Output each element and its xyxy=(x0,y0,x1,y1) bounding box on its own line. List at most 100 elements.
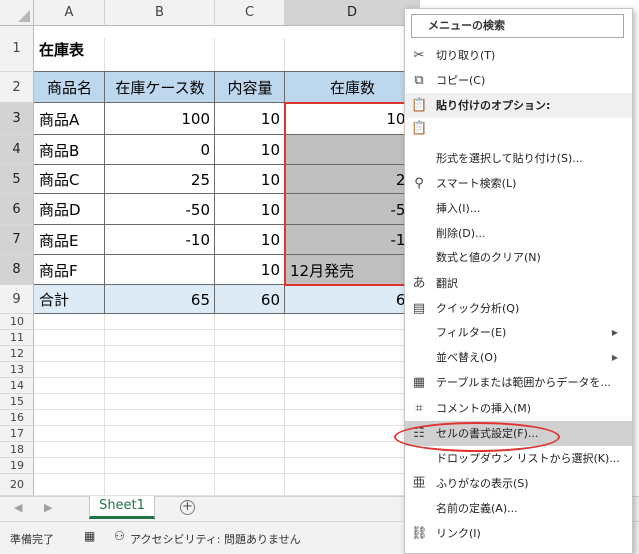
menu-item-label: クイック分析(Q) xyxy=(436,302,520,315)
context-menu: メニューの検索 ✂ 切り取り(T) ⧉ コピー(C) 📋 貼り付けのオプション: 📋 形式を選… xyxy=(404,8,633,554)
menu-item-6[interactable]: ⚲ スマート検索(L) xyxy=(405,171,632,196)
row-header-5[interactable]: 5 xyxy=(0,165,34,194)
grid-line-h xyxy=(34,329,420,330)
sheet-tab[interactable]: Sheet1 xyxy=(89,496,155,519)
row-header-11[interactable]: 11 xyxy=(0,330,34,346)
data-cell-b6[interactable]: -50 xyxy=(105,194,215,225)
header-cell-a[interactable]: 商品名 xyxy=(34,72,105,103)
row-header-15[interactable]: 15 xyxy=(0,394,34,410)
data-cell-a3[interactable]: 商品A xyxy=(34,103,105,135)
menu-item-4[interactable]: 📋 xyxy=(405,116,632,144)
header-cell-c[interactable]: 内容量 xyxy=(215,72,285,103)
data-cell-a8[interactable]: 商品F xyxy=(34,255,105,285)
data-cell-c5[interactable]: 10 xyxy=(215,165,285,194)
macro-record-icon[interactable]: ▦ xyxy=(84,529,95,543)
row-header-8[interactable]: 8 xyxy=(0,255,34,285)
submenu-arrow-icon: ▶ xyxy=(611,353,618,362)
row-header-7[interactable]: 7 xyxy=(0,225,34,255)
data-cell-b8[interactable] xyxy=(105,255,215,285)
total-cell-d[interactable]: 65 xyxy=(285,285,420,314)
table-icon: ▦ xyxy=(412,375,426,390)
data-cell-a6[interactable]: 商品D xyxy=(34,194,105,225)
column-header-a[interactable]: A xyxy=(34,0,105,26)
data-cell-a4[interactable]: 商品B xyxy=(34,135,105,165)
row-header-19[interactable]: 19 xyxy=(0,458,34,474)
menu-item-15[interactable]: ⌗ コメントの挿入(M) xyxy=(405,396,632,421)
row-header-18[interactable]: 18 xyxy=(0,442,34,458)
row-header-12[interactable]: 12 xyxy=(0,346,34,362)
menu-item-2[interactable]: ⧉ コピー(C) xyxy=(405,68,632,93)
menu-item-7[interactable]: 挿入(I)... xyxy=(405,196,632,221)
column-header-c[interactable]: C xyxy=(215,0,285,26)
menu-item-12[interactable]: フィルター(E) ▶ xyxy=(405,320,632,345)
menu-item-10[interactable]: あ翻訳 xyxy=(405,271,632,296)
grid-line-h xyxy=(34,393,420,394)
selection-range-d3-d8 xyxy=(284,102,421,286)
paste-option-icon: 📋 xyxy=(411,121,428,136)
menu-item-19[interactable]: 名前の定義(A)... xyxy=(405,496,632,521)
row-header-17[interactable]: 17 xyxy=(0,426,34,442)
row-header-4[interactable]: 4 xyxy=(0,135,34,165)
data-cell-b5[interactable]: 25 xyxy=(105,165,215,194)
menu-item-1[interactable]: ✂ 切り取り(T) xyxy=(405,43,632,68)
menu-item-label: フィルター(E) xyxy=(436,326,507,339)
data-cell-c6[interactable]: 10 xyxy=(215,194,285,225)
copy-icon: ⧉ xyxy=(414,73,424,88)
data-cell-c3[interactable]: 10 xyxy=(215,103,285,135)
menu-item-14[interactable]: ▦ テーブルまたは範囲からデータを... xyxy=(405,370,632,395)
tab-scroll-right-icon[interactable]: ▶ xyxy=(44,501,52,514)
column-header-d[interactable]: D xyxy=(285,0,420,26)
header-cell-b[interactable]: 在庫ケース数 xyxy=(105,72,215,103)
menu-item-label: 切り取り(T) xyxy=(436,49,496,62)
menu-item-8[interactable]: 削除(D)... xyxy=(405,221,632,246)
row-header-1[interactable]: 1 xyxy=(0,26,34,72)
row-header-2[interactable]: 2 xyxy=(0,72,34,103)
menu-item-label: 貼り付けのオプション: xyxy=(436,99,551,112)
excel-window: A B C D 1 2 3 4 5 6 7 8 9 10 11 12 13 14 15 16 17 18 19 20 在庫表 商品… xyxy=(0,0,639,554)
column-header-b[interactable]: B xyxy=(105,0,215,26)
row-header-16[interactable]: 16 xyxy=(0,410,34,426)
row-header-20[interactable]: 20 xyxy=(0,474,34,496)
row-header-10[interactable]: 10 xyxy=(0,314,34,330)
highlight-circle xyxy=(394,422,560,452)
menu-item-5[interactable]: 形式を選択して貼り付け(S)... xyxy=(405,146,632,171)
row-header-14[interactable]: 14 xyxy=(0,378,34,394)
row-header-3[interactable]: 3 xyxy=(0,103,34,135)
cell-a1-title[interactable]: 在庫表 xyxy=(34,26,105,72)
menu-item-13[interactable]: 並べ替え(O) ▶ xyxy=(405,345,632,370)
menu-item-label: 並べ替え(O) xyxy=(436,351,498,364)
menu-item-9[interactable]: 数式と値のクリア(N) xyxy=(405,245,632,270)
menu-item-label: 翻訳 xyxy=(436,277,458,290)
link-icon: ⛓ xyxy=(411,526,428,541)
grid-line-h xyxy=(34,361,420,362)
menu-item-18[interactable]: 亜ふりがなの表示(S) xyxy=(405,471,632,496)
total-cell-a[interactable]: 合計 xyxy=(34,285,105,314)
header-cell-d[interactable]: 在庫数 xyxy=(285,72,420,103)
menu-item-11[interactable]: ▤ クイック分析(Q) xyxy=(405,296,632,321)
total-cell-c[interactable]: 60 xyxy=(215,285,285,314)
data-cell-b4[interactable]: 0 xyxy=(105,135,215,165)
menu-item-label: コメントの挿入(M) xyxy=(436,402,532,415)
grid-line-h xyxy=(34,345,420,346)
total-cell-b[interactable]: 65 xyxy=(105,285,215,314)
data-cell-b7[interactable]: -10 xyxy=(105,225,215,255)
row-header-9[interactable]: 9 xyxy=(0,285,34,314)
accessibility-icon[interactable]: ⚇ xyxy=(114,529,125,543)
data-cell-b3[interactable]: 100 xyxy=(105,103,215,135)
data-cell-c8[interactable]: 10 xyxy=(215,255,285,285)
menu-item-label: 削除(D)... xyxy=(436,227,486,240)
select-all-corner[interactable] xyxy=(0,0,34,26)
data-cell-a5[interactable]: 商品C xyxy=(34,165,105,194)
data-cell-a7[interactable]: 商品E xyxy=(34,225,105,255)
data-cell-c4[interactable]: 10 xyxy=(215,135,285,165)
add-sheet-button[interactable]: + xyxy=(180,500,195,515)
menu-item-label: コピー(C) xyxy=(436,74,486,87)
menu-item-20[interactable]: ⛓ リンク(I) xyxy=(405,521,632,546)
data-cell-c7[interactable]: 10 xyxy=(215,225,285,255)
row-header-13[interactable]: 13 xyxy=(0,362,34,378)
paste-icon: 📋 xyxy=(411,98,428,113)
accessibility-status[interactable]: アクセシビリティ: 問題ありません xyxy=(130,531,301,547)
menu-search-input[interactable]: メニューの検索 xyxy=(411,14,624,38)
tab-scroll-left-icon[interactable]: ◀ xyxy=(14,501,22,514)
row-header-6[interactable]: 6 xyxy=(0,194,34,225)
